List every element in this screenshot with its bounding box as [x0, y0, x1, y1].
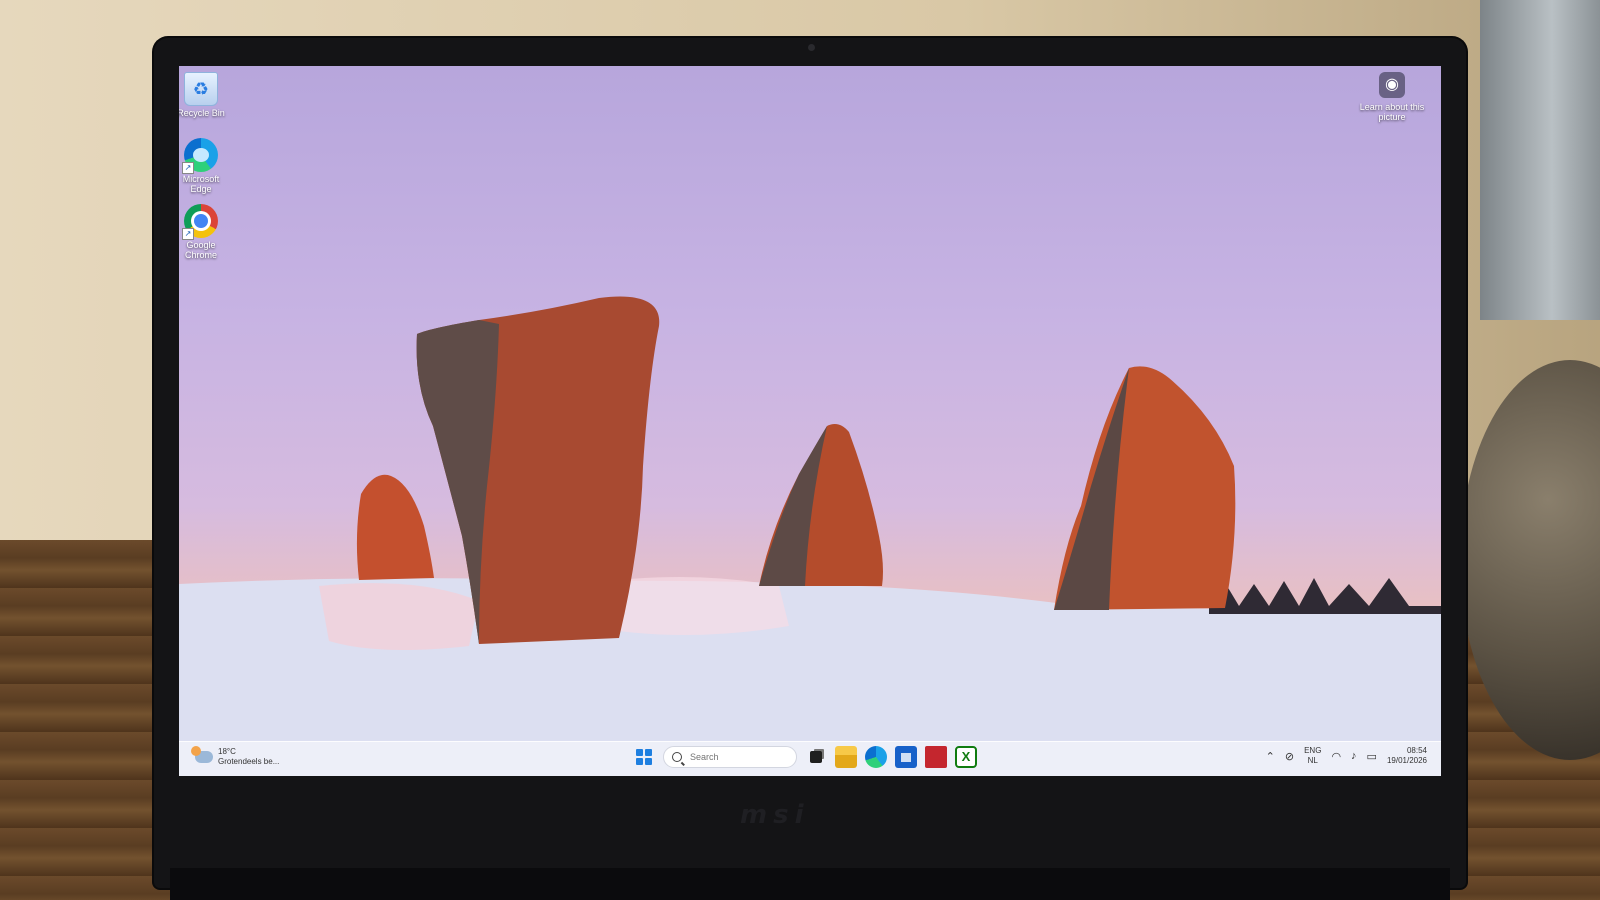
red-app-icon[interactable] [925, 746, 947, 768]
taskbar: 18°C Grotendeels be... X ⌃ ⊘ ENG [179, 741, 1441, 776]
weather-temperature: 18°C [218, 747, 236, 756]
edge-icon: ↗ [182, 138, 218, 174]
weather-description: Grotendeels be... [218, 757, 280, 766]
search-icon [672, 752, 682, 762]
language-indicator[interactable]: ENG NL [1304, 746, 1321, 766]
laptop-hinge [170, 868, 1450, 900]
system-tray: ⌃ ⊘ ENG NL ◠ ♪ ▭ 08:54 19/01/2026 [1266, 746, 1427, 766]
store-icon[interactable] [895, 746, 917, 768]
shortcut-arrow-icon: ↗ [182, 228, 194, 240]
desktop-screen: ♻ Recycle Bin ↗ Microsoft Edge ↗ Google … [179, 66, 1441, 776]
desktop-icon-label: Microsoft Edge [182, 174, 220, 194]
weather-cloud-icon [191, 746, 213, 763]
clock-date: 19/01/2026 [1386, 756, 1427, 765]
location-off-icon[interactable]: ⊘ [1285, 750, 1294, 763]
clock-time: 08:54 [1406, 746, 1427, 755]
recycle-bin-icon: ♻ [184, 72, 218, 106]
laptop-brand-logo: msi [740, 800, 810, 830]
background-door [1480, 0, 1600, 320]
clock[interactable]: 08:54 19/01/2026 [1387, 746, 1427, 766]
desktop-icon-label: Google Chrome [184, 240, 217, 260]
chrome-icon: ↗ [182, 204, 218, 240]
taskbar-center: X [633, 746, 977, 768]
chevron-up-icon[interactable]: ⌃ [1266, 750, 1275, 763]
xbox-icon[interactable]: X [955, 746, 977, 768]
battery-icon[interactable]: ▭ [1367, 750, 1377, 763]
desktop-wallpaper [179, 296, 1441, 776]
google-chrome-shortcut[interactable]: ↗ Google Chrome [179, 204, 229, 260]
webcam [808, 44, 815, 51]
search-input[interactable] [688, 751, 792, 763]
learn-about-picture-label: Learn about this picture [1359, 102, 1425, 122]
desktop-icon-label: Recycle Bin [179, 108, 225, 118]
edge-taskbar-icon[interactable] [865, 746, 887, 768]
start-button[interactable] [633, 746, 655, 768]
widgets-button[interactable] [805, 746, 827, 768]
language-bottom: NL [1307, 756, 1318, 765]
wifi-icon[interactable]: ◠ [1331, 750, 1341, 763]
weather-widget[interactable]: 18°C Grotendeels be... [191, 746, 280, 767]
learn-about-picture-widget[interactable]: ◉ Learn about this picture [1357, 72, 1427, 122]
camera-info-icon: ◉ [1379, 72, 1405, 98]
search-box[interactable] [663, 746, 797, 768]
language-top: ENG [1304, 746, 1322, 755]
recycle-bin-shortcut[interactable]: ♻ Recycle Bin [179, 72, 229, 118]
microsoft-edge-shortcut[interactable]: ↗ Microsoft Edge [179, 138, 229, 194]
file-explorer-icon[interactable] [835, 746, 857, 768]
shortcut-arrow-icon: ↗ [182, 162, 194, 174]
widgets-icon [810, 751, 822, 763]
volume-icon[interactable]: ♪ [1351, 750, 1357, 762]
